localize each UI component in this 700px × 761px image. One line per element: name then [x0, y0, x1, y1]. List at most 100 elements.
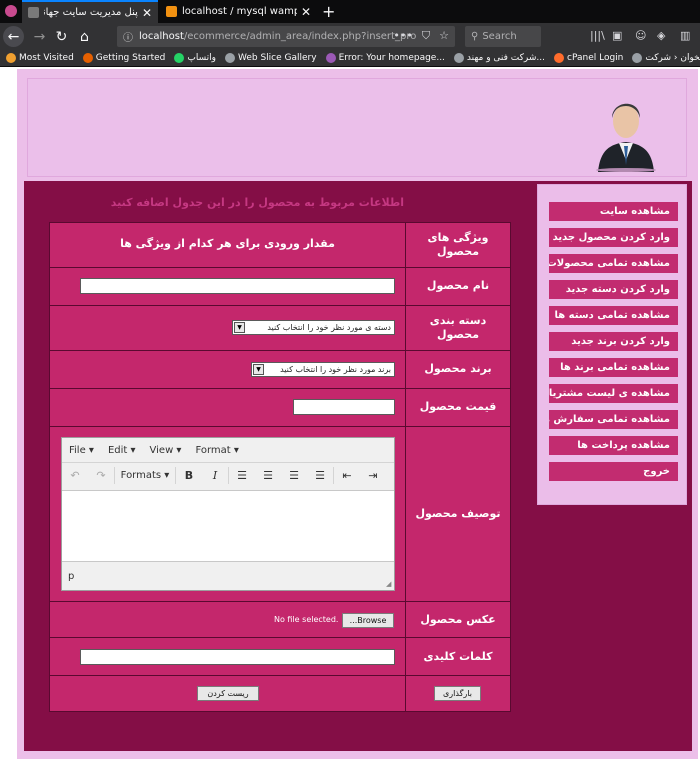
globe-icon [632, 53, 643, 63]
bold-icon[interactable]: B [176, 469, 202, 482]
bookmark-item[interactable]: واتساپ [174, 53, 216, 63]
editor-text-area[interactable] [62, 490, 394, 562]
table-divider [49, 388, 511, 389]
new-tab-button[interactable]: + [322, 2, 335, 21]
url-bar[interactable]: ⓘ localhost /ecommerce/admin_area/index.… [117, 26, 455, 47]
product-name-input[interactable] [80, 278, 395, 294]
search-input[interactable]: ⚲ Search [465, 26, 541, 47]
sidebar-item-insert-product[interactable]: وارد کردن محصول جدید [549, 228, 678, 247]
table-divider [49, 426, 511, 427]
search-placeholder: Search [482, 31, 517, 42]
form-title: اطلاعات مربوط به محصول را در این جدول اض… [110, 196, 404, 209]
globe-icon [453, 53, 464, 63]
sidebar-item-view-customers[interactable]: مشاهده ی لیست مشتریان [549, 384, 678, 403]
sidebar-item-insert-category[interactable]: وارد کردن دسته جدید [549, 280, 678, 299]
bookmark-item[interactable]: cPanel Login [554, 53, 623, 63]
tab-phpmyadmin[interactable]: localhost / mysql wampserver | ph ✕ [160, 0, 317, 23]
table-divider [49, 675, 511, 676]
navigation-bar: ← → ↻ ⌂ ⓘ localhost /ecommerce/admin_are… [0, 23, 700, 50]
editor-menu-file[interactable]: File ▾ [69, 445, 94, 456]
category-select-value: دسته ی مورد نظر خود را انتخاب کنید [267, 323, 391, 332]
chevron-down-icon: ▼ [234, 322, 245, 333]
redo-icon[interactable]: ↷ [88, 469, 114, 482]
sidebar-item-insert-brand[interactable]: وارد کردن برند جدید [549, 332, 678, 351]
product-name-label: نام محصول [426, 279, 490, 292]
upload-button[interactable]: بارگذاری [434, 686, 481, 701]
bookmark-icon [325, 53, 336, 63]
globe-icon [224, 53, 235, 63]
italic-icon[interactable]: I [202, 469, 228, 482]
bookmark-star-icon[interactable]: ☆ [439, 29, 449, 43]
firefox-icon [82, 53, 93, 63]
outdent-icon[interactable]: ⇤ [334, 469, 360, 482]
resize-grip-icon[interactable]: ◢ [386, 580, 391, 588]
back-arrow-icon[interactable]: ← [3, 26, 24, 47]
align-left-icon[interactable]: ☰ [229, 469, 255, 482]
brand-label: برند محصول [424, 362, 492, 375]
brand-select[interactable]: برند مورد نظر خود را انتخاب کنید ▼ [251, 362, 395, 377]
page-actions-icon[interactable]: ••• [393, 29, 412, 43]
category-label: دسته بندی محصول [429, 314, 487, 341]
extension-icon[interactable]: ◈ [657, 29, 665, 42]
table-divider [49, 305, 511, 306]
brand-select-value: برند مورد نظر خود را انتخاب کنید [280, 365, 391, 374]
library-icon[interactable]: |||\ [590, 29, 605, 42]
sidebar-item-view-site[interactable]: مشاهده سایت [549, 202, 678, 221]
pocket-icon[interactable]: ⛉ [422, 29, 430, 43]
table-divider [405, 222, 406, 712]
editor-menu-format[interactable]: Format ▾ [195, 445, 238, 456]
editor-menu-view[interactable]: View ▾ [150, 445, 182, 456]
home-icon[interactable]: ⌂ [74, 26, 95, 47]
tab-admin-panel[interactable]: پنل مدیریت سایت جهانگیر پچکم ✕ [22, 0, 158, 23]
category-select[interactable]: دسته ی مورد نظر خود را انتخاب کنید ▼ [232, 320, 395, 335]
reset-button[interactable]: ریست کردن [197, 686, 259, 701]
align-center-icon[interactable]: ☰ [255, 469, 281, 482]
sidebar-item-view-brands[interactable]: مشاهده تمامی برند ها [549, 358, 678, 377]
align-right-icon[interactable]: ☰ [281, 469, 307, 482]
reader-icon[interactable]: ▥ [680, 29, 690, 42]
editor-menu-edit[interactable]: Edit ▾ [108, 445, 136, 456]
close-tab-icon[interactable]: ✕ [142, 6, 152, 20]
browse-button[interactable]: ...Browse [342, 613, 394, 628]
sidebar-toggle-icon[interactable]: ▣ [612, 29, 622, 42]
bookmark-item[interactable]: Getting Started [82, 53, 165, 63]
tab-title: پنل مدیریت سایت جهانگیر پچکم [44, 7, 138, 18]
sidebar-item-view-categories[interactable]: مشاهده تمامی دسته ها [549, 306, 678, 325]
phpmyadmin-icon [166, 6, 177, 17]
undo-icon[interactable]: ↶ [62, 469, 88, 482]
bookmark-item[interactable]: شرکت فنی و مهند... [453, 53, 545, 63]
whatsapp-icon [174, 53, 185, 63]
bookmark-item[interactable]: Most Visited [6, 53, 74, 63]
header-feature: ویژگی های محصول [427, 231, 489, 258]
sidebar-item-logout[interactable]: خروج [549, 462, 678, 481]
bookmark-item[interactable]: Error: Your homepage... [325, 53, 445, 63]
tab-title: localhost / mysql wampserver | ph [182, 6, 297, 17]
chevron-down-icon: ▼ [253, 364, 264, 375]
account-icon[interactable]: ☺ [635, 29, 646, 42]
image-label: عکس محصول [420, 613, 496, 626]
admin-avatar-icon [596, 103, 656, 172]
align-justify-icon[interactable]: ☰ [307, 469, 333, 482]
close-tab-icon[interactable]: ✕ [301, 5, 311, 19]
sidebar-item-view-orders[interactable]: مشاهده تمامی سفارش ها [549, 410, 678, 429]
sidebar-item-view-products[interactable]: مشاهده تمامی محصولات [549, 254, 678, 273]
editor-menubar: File ▾ Edit ▾ View ▾ Format ▾ [62, 438, 394, 462]
table-divider [49, 350, 511, 351]
site-info-icon[interactable]: ⓘ [123, 29, 133, 44]
reload-icon[interactable]: ↻ [51, 26, 72, 47]
firefox-icon[interactable] [5, 5, 17, 17]
header-banner [27, 78, 687, 177]
price-input[interactable] [293, 399, 395, 415]
formats-dropdown[interactable]: Formats ▾ [115, 470, 175, 481]
tab-bar: پنل مدیریت سایت جهانگیر پچکم ✕ localhost… [0, 0, 700, 23]
forward-arrow-icon[interactable]: → [29, 26, 50, 47]
table-divider [49, 637, 511, 638]
url-host: localhost [139, 31, 184, 42]
editor-toolbar: ↶ ↷ Formats ▾ B I ☰ ☰ ☰ ☰ ⇤ ⇥ [62, 462, 394, 488]
keywords-input[interactable] [80, 649, 395, 665]
bookmark-item[interactable]: Web Slice Gallery [224, 53, 317, 63]
bookmark-item[interactable]: پیشخوان ‹ شرکت ... [632, 53, 700, 63]
editor-status-path: p [68, 571, 75, 582]
sidebar-item-view-payments[interactable]: مشاهده پرداخت ها [549, 436, 678, 455]
indent-icon[interactable]: ⇥ [360, 469, 386, 482]
